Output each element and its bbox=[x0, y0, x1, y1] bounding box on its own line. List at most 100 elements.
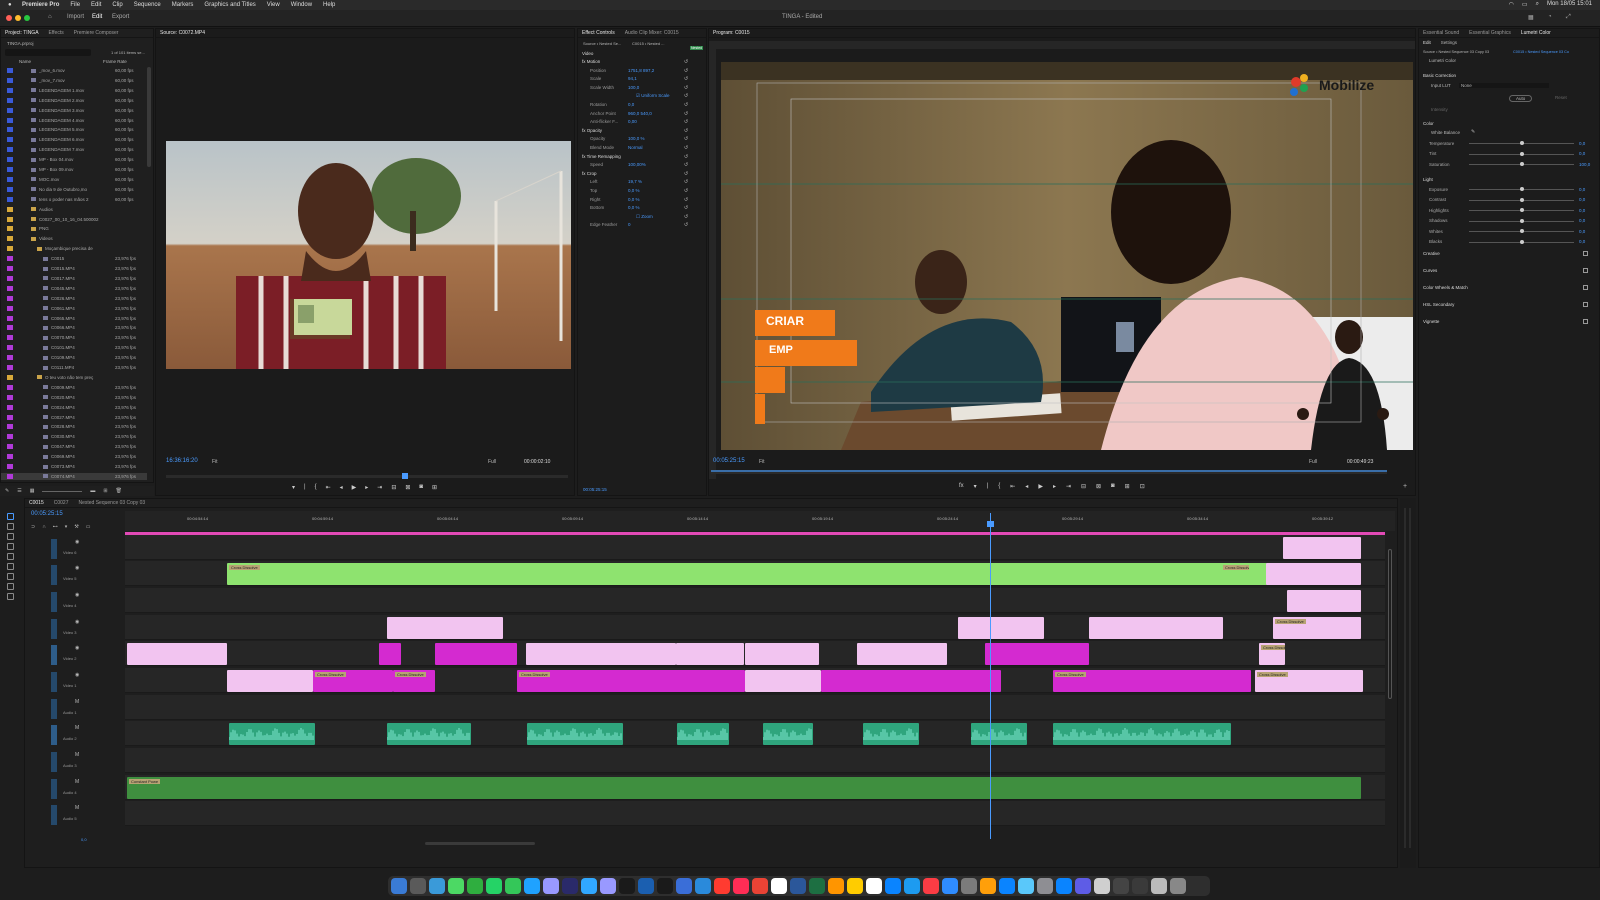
track-name[interactable]: Video 6 bbox=[63, 550, 77, 555]
lumetri-section-header[interactable]: Curves bbox=[1423, 268, 1581, 273]
source-timecode[interactable]: 16:36:16:20 bbox=[166, 458, 198, 464]
transition-label[interactable]: Constant Powe bbox=[129, 779, 161, 784]
dock-app-icon[interactable] bbox=[1075, 878, 1091, 894]
track-name[interactable]: Audio 5 bbox=[63, 816, 77, 821]
audio-clip[interactable] bbox=[527, 723, 623, 745]
ec-property-row[interactable]: Scale Width 100,0 bbox=[590, 85, 639, 90]
video-clip[interactable] bbox=[379, 643, 401, 665]
tab-premiere-composer[interactable]: Premiere Composer bbox=[74, 30, 119, 36]
track-lane[interactable] bbox=[125, 535, 1385, 560]
label-color-swatch[interactable] bbox=[7, 325, 13, 331]
dock-app-icon[interactable] bbox=[866, 878, 882, 894]
project-list-item[interactable]: C0101.MP4 23,976 fps bbox=[1, 344, 147, 351]
lift-icon[interactable]: ⊟ bbox=[1081, 483, 1086, 490]
selection-tool[interactable] bbox=[7, 513, 14, 520]
transition-label[interactable]: Cross Dissolve bbox=[519, 672, 550, 677]
dock-app-icon[interactable] bbox=[638, 878, 654, 894]
project-list-item[interactable]: C0069.MP4 23,976 fps bbox=[1, 453, 147, 460]
transition-label[interactable]: Cross Dissolve bbox=[1257, 672, 1288, 677]
video-clip[interactable] bbox=[1287, 590, 1361, 612]
column-name[interactable]: Name bbox=[19, 59, 31, 64]
timeline-zoom-scrollbar[interactable] bbox=[425, 842, 535, 845]
workspaces-icon[interactable]: ▦ bbox=[1528, 14, 1534, 21]
audio-clip[interactable] bbox=[763, 723, 813, 745]
label-color-swatch[interactable] bbox=[7, 355, 13, 361]
ec-property-row[interactable]: Left 19,7 % bbox=[590, 179, 642, 184]
label-color-swatch[interactable] bbox=[7, 384, 13, 390]
wrench-icon[interactable]: ⚒ bbox=[74, 524, 78, 530]
ec-property-value[interactable]: 0,0 % bbox=[628, 197, 640, 202]
program-video-frame[interactable]: Mobilize CRIAR EMP bbox=[721, 62, 1413, 450]
type-tool[interactable] bbox=[7, 593, 14, 600]
project-list-item[interactable]: C0066.MP4 23,976 fps bbox=[1, 324, 147, 331]
video-clip[interactable]: Cross Dissolve bbox=[227, 563, 1267, 585]
tab-essential-sound[interactable]: Essential Sound bbox=[1423, 30, 1459, 36]
label-color-swatch[interactable] bbox=[7, 374, 13, 380]
project-list-item[interactable]: C0111.MP4 23,976 fps bbox=[1, 364, 147, 371]
label-color-swatch[interactable] bbox=[7, 464, 13, 469]
slider-value[interactable]: 0,0 bbox=[1579, 229, 1585, 234]
mute-track-icon[interactable]: M bbox=[75, 699, 79, 705]
audio-clip[interactable] bbox=[1053, 723, 1231, 745]
video-clip[interactable]: Cross Dissolve bbox=[1255, 670, 1363, 692]
source-scrubber[interactable] bbox=[166, 473, 568, 479]
dock-app-icon[interactable] bbox=[1037, 878, 1053, 894]
menu-markers[interactable]: Markers bbox=[172, 2, 194, 8]
reset-parameter-icon[interactable]: ↺ bbox=[684, 214, 688, 220]
ec-property-value[interactable]: ☐ Zoom bbox=[636, 214, 653, 220]
slider-track[interactable] bbox=[1469, 239, 1574, 244]
track-lane[interactable] bbox=[125, 748, 1385, 773]
slider-knob[interactable] bbox=[1519, 187, 1524, 191]
ec-property-row[interactable]: fx Crop bbox=[582, 171, 666, 176]
pencil-icon[interactable]: ✎ bbox=[5, 488, 9, 494]
slider-value[interactable]: 0,0 bbox=[1579, 187, 1585, 192]
ec-property-value[interactable]: 1751,8 897,2 bbox=[628, 68, 654, 73]
label-color-swatch[interactable] bbox=[7, 147, 13, 153]
reset-parameter-icon[interactable]: ↺ bbox=[684, 188, 688, 194]
slider-value[interactable]: 0,0 bbox=[1579, 208, 1585, 213]
dock-app-icon[interactable] bbox=[790, 878, 806, 894]
label-color-swatch[interactable] bbox=[7, 345, 13, 351]
video-clip[interactable]: Cross Dissolve bbox=[1053, 670, 1251, 692]
video-clip[interactable] bbox=[1089, 617, 1223, 639]
label-color-swatch[interactable] bbox=[7, 394, 13, 400]
video-clip[interactable] bbox=[821, 670, 1001, 692]
dock-app-icon[interactable] bbox=[923, 878, 939, 894]
dock-app-icon[interactable] bbox=[1151, 878, 1167, 894]
project-list-item[interactable]: Videos bbox=[1, 235, 147, 242]
razor-tool[interactable] bbox=[7, 543, 14, 550]
menu-graphics[interactable]: Graphics and Titles bbox=[204, 2, 255, 8]
reset-parameter-icon[interactable]: ↺ bbox=[684, 171, 688, 177]
lumetri-effect-select[interactable]: Lumetri Color bbox=[1429, 58, 1456, 63]
program-quality-select[interactable]: Full bbox=[1309, 459, 1317, 465]
dock-app-icon[interactable] bbox=[619, 878, 635, 894]
transition-label[interactable]: Cross Dissolve bbox=[315, 672, 346, 677]
dock-app-icon[interactable] bbox=[1056, 878, 1072, 894]
dock-app-icon[interactable] bbox=[467, 878, 483, 894]
project-list-item[interactable]: _mov_7.mov 60,00 fps bbox=[1, 77, 147, 84]
label-color-swatch[interactable] bbox=[7, 87, 13, 93]
project-list-item[interactable]: C0074.MP4 23,976 fps bbox=[1, 472, 147, 480]
reset-parameter-icon[interactable]: ↺ bbox=[684, 111, 688, 117]
reset-parameter-icon[interactable]: ↺ bbox=[684, 119, 688, 125]
ec-property-row[interactable]: Position 1751,8 897,2 bbox=[590, 68, 654, 73]
label-color-swatch[interactable] bbox=[7, 186, 13, 192]
ec-property-row[interactable]: fx Time Remapping bbox=[582, 154, 666, 159]
project-list-item[interactable]: LEGENDAGEM 5.mov 60,00 fps bbox=[1, 126, 147, 133]
video-clip[interactable] bbox=[435, 643, 517, 665]
tab-seq-c0027[interactable]: C0027 bbox=[54, 500, 69, 506]
mark-out-icon[interactable]: | bbox=[304, 484, 306, 491]
slider-knob[interactable] bbox=[1519, 208, 1524, 212]
label-color-swatch[interactable] bbox=[7, 117, 13, 123]
ec-property-row[interactable]: Speed 100,00% bbox=[590, 162, 646, 167]
menu-app[interactable]: Premiere Pro bbox=[22, 2, 59, 8]
dock-app-icon[interactable] bbox=[942, 878, 958, 894]
audio-clip[interactable] bbox=[677, 723, 729, 745]
nest-icon[interactable]: ⊃ bbox=[31, 524, 35, 530]
video-clip[interactable] bbox=[387, 617, 503, 639]
marker-icon[interactable]: ▾ bbox=[65, 524, 68, 530]
dock-app-icon[interactable] bbox=[752, 878, 768, 894]
ec-property-value[interactable]: 0,0 % bbox=[628, 205, 640, 210]
tab-essential-graphics[interactable]: Essential Graphics bbox=[1469, 30, 1511, 36]
project-list-item[interactable]: MOC.mov 60,00 fps bbox=[1, 176, 147, 183]
